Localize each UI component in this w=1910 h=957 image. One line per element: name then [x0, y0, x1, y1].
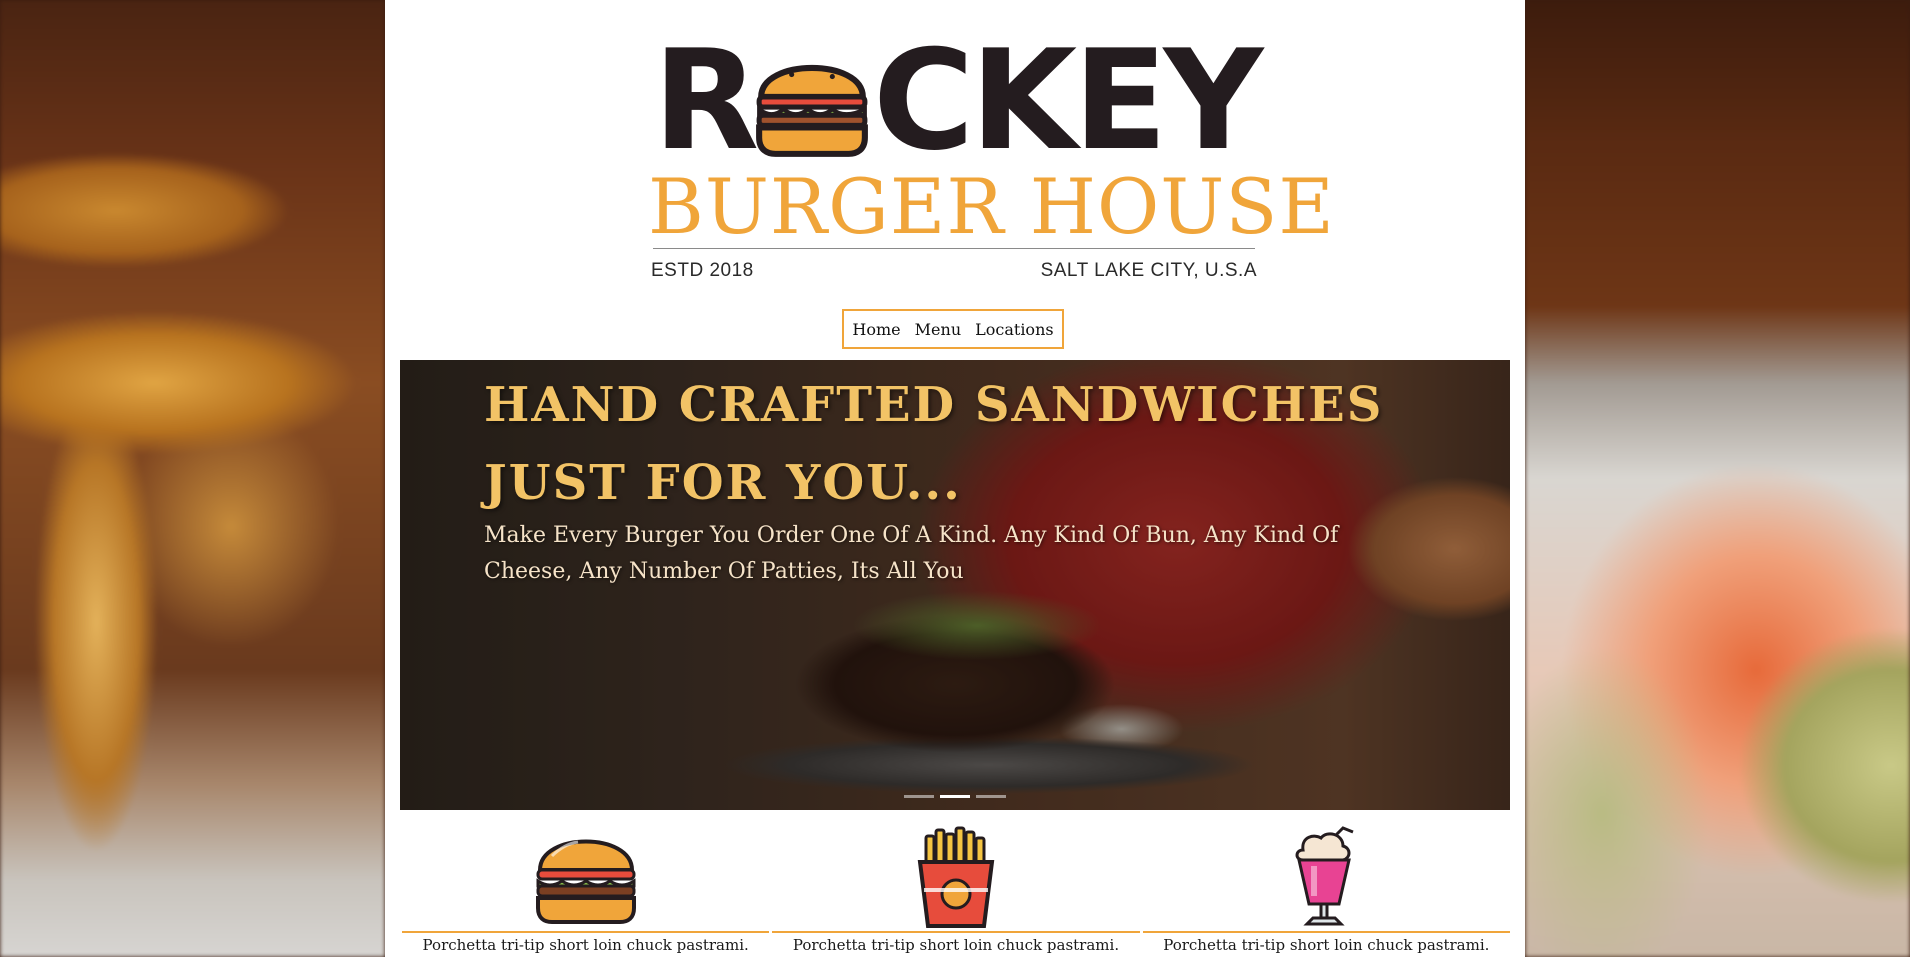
carousel-indicator-2[interactable] [940, 795, 970, 798]
logo-wordmark: R CKEY [653, 20, 1263, 181]
feature-caption: Porchetta tri-tip short loin chuck pastr… [422, 936, 749, 954]
background-fries-photo [0, 0, 385, 957]
feature-divider [402, 931, 770, 933]
main-nav: Home Menu Locations [842, 309, 1064, 349]
site-logo[interactable]: R CKEY BURGER HOUSE ESTD 2018 SALT LAKE … [648, 20, 1334, 288]
feature-card-burger: Porchetta tri-tip short loin chuck pastr… [402, 818, 770, 957]
hero-subtitle: Make Every Burger You Order One Of A Kin… [484, 523, 1339, 584]
burger-icon [535, 839, 636, 924]
page-container: R CKEY BURGER HOUSE ESTD 2018 SALT LAKE … [385, 0, 1525, 957]
feature-divider [772, 931, 1140, 933]
feature-divider [1142, 931, 1510, 933]
carousel-indicators [904, 795, 1006, 798]
fries-icon [917, 826, 995, 928]
feature-card-fries: Porchetta tri-tip short loin chuck pastr… [772, 818, 1140, 957]
feature-card-milkshake: Porchetta tri-tip short loin chuck pastr… [1142, 818, 1510, 957]
feature-caption: Porchetta tri-tip short loin chuck pastr… [1163, 936, 1490, 954]
logo-letters-ckey: CKEY [873, 20, 1263, 181]
logo-divider [653, 248, 1255, 249]
hero-title: HAND CRAFTED SANDWICHES JUST FOR YOU... [484, 377, 1384, 511]
logo-location: SALT LAKE CITY, U.S.A [1040, 260, 1257, 281]
logo-letter-r: R [653, 20, 759, 181]
logo-established: ESTD 2018 [651, 260, 754, 281]
carousel-indicator-3[interactable] [976, 795, 1006, 798]
milkshake-icon [1295, 826, 1354, 926]
nav-home-link[interactable]: Home [852, 320, 900, 339]
nav-locations-link[interactable]: Locations [975, 320, 1053, 339]
logo-subtitle: BURGER HOUSE [648, 162, 1335, 251]
feature-caption: Porchetta tri-tip short loin chuck pastr… [792, 936, 1120, 954]
feature-row: Porchetta tri-tip short loin chuck pastr… [402, 818, 1510, 957]
logo-burger-icon [756, 64, 868, 157]
hero-carousel[interactable]: HAND CRAFTED SANDWICHES JUST FOR YOU... … [400, 360, 1510, 810]
background-pickles-photo [1525, 0, 1910, 957]
nav-menu-link[interactable]: Menu [915, 320, 961, 339]
carousel-indicator-1[interactable] [904, 795, 934, 798]
